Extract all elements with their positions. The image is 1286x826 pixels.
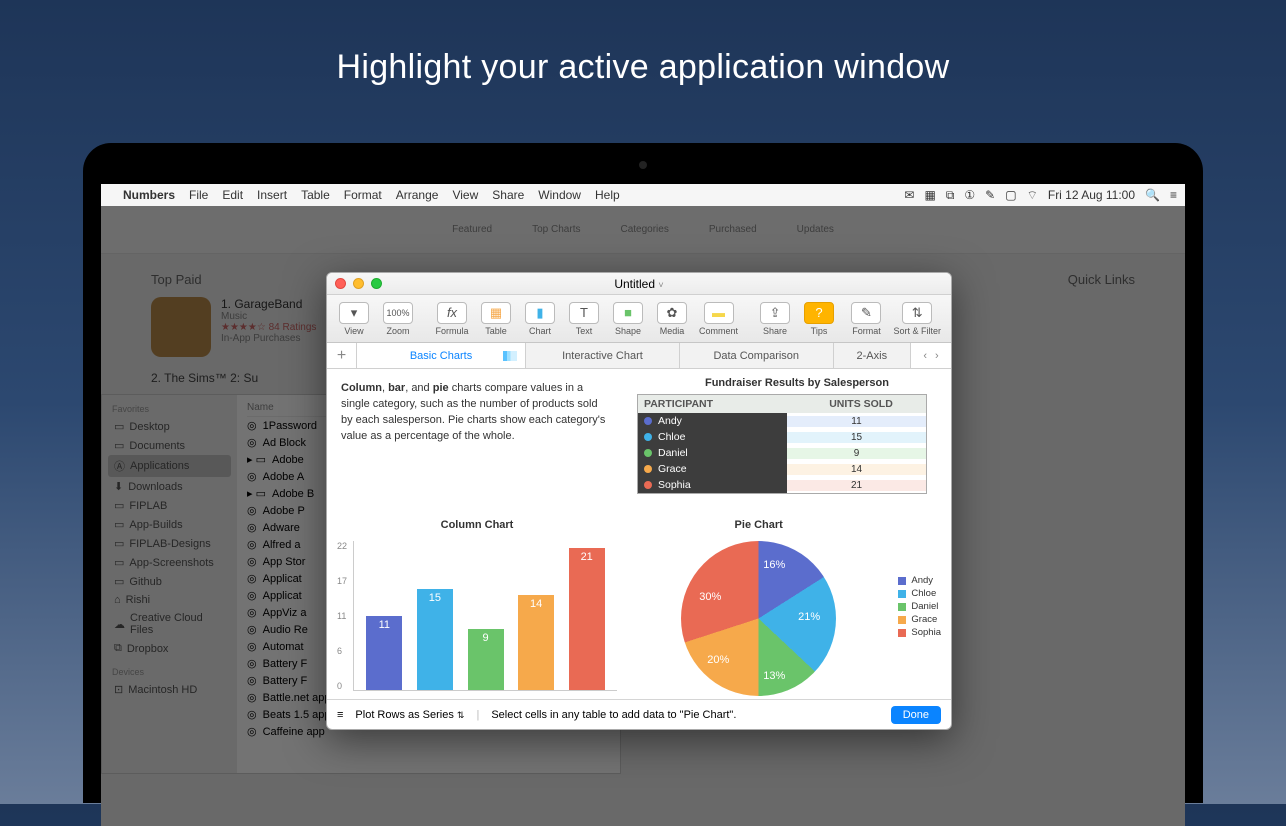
tb-share[interactable]: ⇪Share [754, 302, 796, 336]
menu-window[interactable]: Window [538, 188, 581, 202]
mail-icon[interactable]: ✉ [904, 188, 914, 202]
menu-arrange[interactable]: Arrange [396, 188, 439, 202]
menu-table[interactable]: Table [301, 188, 330, 202]
pie-slice-andy: 16% [763, 559, 785, 571]
pie-chart[interactable]: Pie Chart 16% 21% 13% 20% 30% Andy [637, 519, 941, 696]
col-units[interactable]: UNITS SOLD [796, 395, 926, 413]
table-row[interactable]: Andy11 [638, 413, 926, 429]
one-icon[interactable]: ① [964, 188, 975, 202]
wifi-icon[interactable]: ⌔ [1027, 188, 1038, 203]
titlebar[interactable]: Untitled ˅ [327, 273, 951, 295]
menu-file[interactable]: File [189, 188, 208, 202]
laptop-frame: Numbers File Edit Insert Table Format Ar… [83, 143, 1203, 803]
table-row[interactable]: Chloe15 [638, 429, 926, 445]
bar-sophia[interactable]: 21 [569, 548, 605, 690]
pie-slice-chloe: 21% [798, 611, 820, 623]
column-chart[interactable]: Column Chart 22171160 11 15 9 14 21 [337, 519, 617, 696]
menu-help[interactable]: Help [595, 188, 620, 202]
zoom-icon[interactable] [371, 278, 382, 289]
tab-comparison[interactable]: Data Comparison [680, 343, 834, 368]
add-sheet-button[interactable]: + [327, 343, 357, 368]
col-participant[interactable]: PARTICIPANT [638, 395, 796, 413]
bars: 11 15 9 14 21 [353, 541, 617, 691]
bar-daniel[interactable]: 9 [468, 629, 504, 690]
tb-table[interactable]: ▦Table [475, 302, 517, 336]
y-axis: 22171160 [337, 541, 353, 691]
menu-share[interactable]: Share [492, 188, 524, 202]
numbers-window[interactable]: Untitled ˅ ▾View 100%Zoom fxFormula ▦Tab… [326, 272, 952, 730]
tb-view[interactable]: ▾View [333, 302, 375, 336]
plot-mode-select[interactable]: Plot Rows as Series ⇅ [355, 709, 464, 721]
description-text: Column, bar, and pie charts compare valu… [341, 381, 611, 445]
tb-text[interactable]: TText [563, 302, 605, 336]
notif-icon[interactable]: ≡ [1170, 188, 1177, 202]
menu-edit[interactable]: Edit [222, 188, 243, 202]
tb-format[interactable]: ✎Format [845, 302, 887, 336]
clock[interactable]: Fri 12 Aug 11:00 [1048, 188, 1135, 202]
table-row[interactable]: Sophia21 [638, 477, 926, 493]
menu-view[interactable]: View [452, 188, 478, 202]
footer-hint: Select cells in any table to add data to… [491, 709, 736, 721]
tabs-next-icon[interactable]: › [935, 350, 939, 362]
column-chart-title: Column Chart [337, 519, 617, 531]
tb-shape[interactable]: ■Shape [607, 302, 649, 336]
menubar: Numbers File Edit Insert Table Format Ar… [101, 184, 1185, 206]
pie-slice-sophia: 30% [699, 591, 721, 603]
done-button[interactable]: Done [891, 706, 941, 724]
pie-chart-title: Pie Chart [637, 519, 880, 531]
tb-chart[interactable]: ▮Chart [519, 302, 561, 336]
canvas[interactable]: Column, bar, and pie charts compare valu… [327, 369, 951, 699]
pie-slice-grace: 20% [707, 654, 729, 666]
data-table[interactable]: PARTICIPANT UNITS SOLD Andy11 Chloe15 Da… [637, 394, 927, 494]
footer-bar: ≡ Plot Rows as Series ⇅ | Select cells i… [327, 699, 951, 729]
tb-sort[interactable]: ⇅Sort & Filter [889, 302, 945, 336]
bar-chloe[interactable]: 15 [417, 589, 453, 690]
hero-title: Highlight your active application window [0, 0, 1286, 127]
menu-app[interactable]: Numbers [123, 188, 175, 202]
airplay-icon[interactable]: ▢ [1005, 188, 1016, 202]
document-title[interactable]: Untitled ˅ [614, 277, 663, 291]
tab-interactive[interactable]: Interactive Chart [526, 343, 680, 368]
tab-basic-charts[interactable]: Basic Charts [357, 343, 526, 368]
tb-comment[interactable]: ▬Comment [695, 302, 742, 336]
tabs-prev-icon[interactable]: ‹ [923, 350, 927, 362]
legend: Andy Chloe Daniel Grace Sophia [898, 575, 941, 640]
tb-formula[interactable]: fxFormula [431, 302, 473, 336]
tb-media[interactable]: ✿Media [651, 302, 693, 336]
tab-2axis[interactable]: 2-Axis [834, 343, 911, 368]
bar-andy[interactable]: 11 [366, 616, 402, 691]
close-icon[interactable] [335, 278, 346, 289]
table-row[interactable]: Grace14 [638, 461, 926, 477]
minimize-icon[interactable] [353, 278, 364, 289]
bar-grace[interactable]: 14 [518, 595, 554, 690]
sheet-tabs: + Basic Charts Interactive Chart Data Co… [327, 343, 951, 369]
menu-format[interactable]: Format [344, 188, 382, 202]
table-title: Fundraiser Results by Salesperson [667, 377, 927, 389]
dropbox-icon[interactable]: ⧉ [946, 188, 955, 203]
table-row[interactable]: Daniel9 [638, 445, 926, 461]
edit-icon[interactable]: ✎ [985, 188, 995, 202]
toolbar: ▾View 100%Zoom fxFormula ▦Table ▮Chart T… [327, 295, 951, 343]
tb-zoom[interactable]: 100%Zoom [377, 302, 419, 336]
tb-tips[interactable]: ?Tips [798, 302, 840, 336]
grid-icon[interactable]: ▦ [924, 188, 935, 202]
pie-slice-daniel: 13% [763, 670, 785, 682]
plot-mode-icon[interactable]: ≡ [337, 709, 343, 721]
screen: Numbers File Edit Insert Table Format Ar… [101, 184, 1185, 826]
camera-dot [639, 161, 647, 169]
menu-insert[interactable]: Insert [257, 188, 287, 202]
spotlight-icon[interactable]: 🔍 [1145, 188, 1160, 202]
